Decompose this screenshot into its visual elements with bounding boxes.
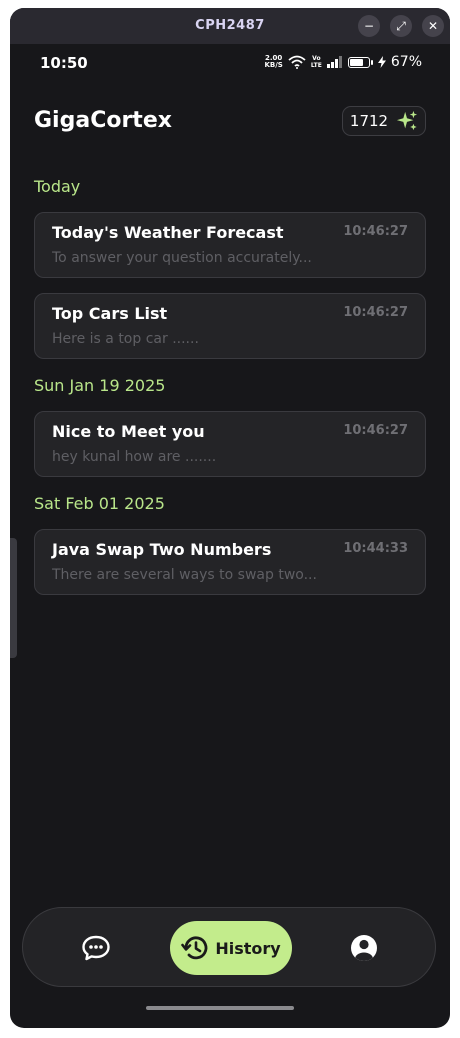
status-icons: 2.00 KB/S Vo LTE 67% [264, 54, 422, 70]
history-item[interactable]: Java Swap Two Numbers 10:44:33 There are… [34, 529, 426, 595]
credits-count: 1712 [349, 112, 389, 130]
battery-icon [347, 56, 373, 68]
section-header-jan-19: Sun Jan 19 2025 [34, 376, 166, 395]
network-speed-unit: KB/S [264, 61, 283, 69]
history-item[interactable]: Today's Weather Forecast 10:46:27 To ans… [34, 212, 426, 278]
history-item-time: 10:46:27 [343, 423, 408, 438]
history-item[interactable]: Nice to Meet you 10:46:27 hey kunal how … [34, 411, 426, 477]
close-button[interactable]: ✕ [422, 15, 444, 37]
phone-screen: CPH2487 − ⤢ ✕ [10, 8, 450, 1028]
nav-profile-button[interactable] [350, 934, 378, 962]
nav-history-label: History [215, 938, 281, 958]
window-title: CPH2487 [195, 18, 265, 33]
network-speed: 2.00 KB/S [264, 55, 282, 69]
battery-percent: 67% [390, 54, 422, 70]
wifi-icon [288, 55, 306, 69]
history-item-title: Java Swap Two Numbers [52, 540, 272, 559]
history-item-time: 10:44:33 [343, 541, 408, 556]
history-item[interactable]: Top Cars List 10:46:27 Here is a top car… [34, 293, 426, 359]
status-bar: 10:50 2.00 KB/S Vo LTE 67% [10, 52, 450, 76]
history-item-title: Today's Weather Forecast [52, 223, 284, 242]
side-drawer-handle[interactable] [10, 538, 17, 658]
history-item-title: Top Cars List [52, 304, 168, 323]
history-item-preview: There are several ways to swap two... [52, 567, 317, 583]
signal-icon [326, 56, 342, 68]
history-item-time: 10:46:27 [343, 224, 408, 239]
nav-history-button[interactable]: History [170, 921, 292, 975]
app-title: GigaCortex [34, 108, 172, 133]
bottom-navigation: History [22, 907, 436, 987]
gesture-bar[interactable] [146, 1006, 294, 1010]
window-titlebar: CPH2487 − ⤢ ✕ [10, 8, 450, 44]
section-header-today: Today [34, 177, 81, 196]
minimize-button[interactable]: − [358, 15, 380, 37]
maximize-button[interactable]: ⤢ [390, 15, 412, 37]
history-item-preview: hey kunal how are ....... [52, 449, 217, 465]
credits-badge[interactable]: 1712 [342, 106, 426, 136]
sparkle-icon [397, 110, 418, 131]
history-item-preview: Here is a top car ...... [52, 331, 199, 347]
history-item-preview: To answer your question accurately... [52, 250, 312, 266]
status-time: 10:50 [40, 54, 88, 72]
profile-icon [351, 935, 377, 961]
section-header-feb-01: Sat Feb 01 2025 [34, 494, 165, 513]
chat-bubble-icon [82, 935, 110, 961]
history-clock-icon [181, 936, 208, 960]
volte-top: Vo [312, 55, 321, 62]
volte-bottom: LTE [310, 62, 322, 69]
charging-icon [377, 56, 386, 68]
nav-chat-button[interactable] [81, 934, 111, 962]
history-item-title: Nice to Meet you [52, 422, 205, 441]
history-item-time: 10:46:27 [343, 305, 408, 320]
volte-indicator: Vo LTE [311, 55, 322, 69]
